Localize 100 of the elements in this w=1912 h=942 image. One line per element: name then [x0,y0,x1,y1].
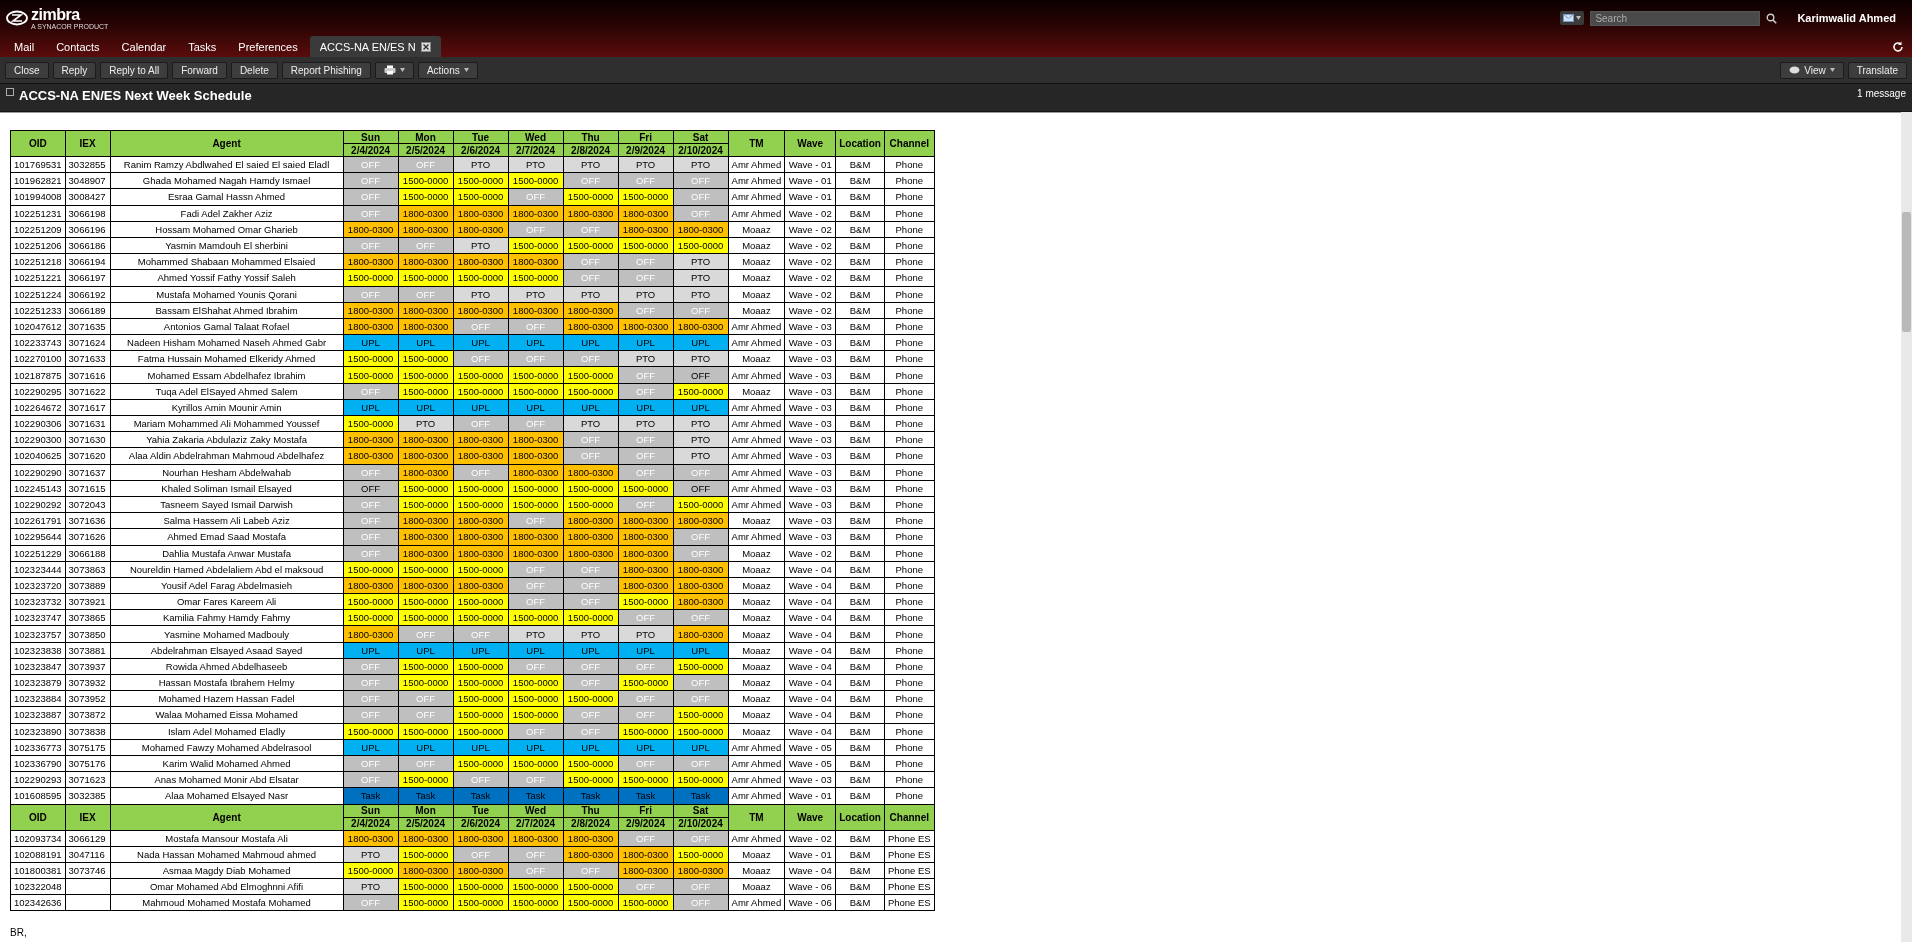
table-cell: 102323720 [10,577,66,594]
toolbar-button[interactable]: Report Phishing [281,61,371,79]
table-cell: Phone [884,545,935,562]
nav-tab[interactable]: ACCS-NA EN/ES N [309,36,441,57]
agent-cell: Yahia Zakaria Abdulaziz Zaky Mostafa [110,431,344,448]
toolbar-button[interactable]: Reply [52,61,97,79]
table-cell: B&M [835,366,885,384]
table-cell: 102323747 [10,609,66,626]
table-cell: 3066198 [65,205,111,222]
table-cell: B&M [835,862,885,879]
refresh-icon[interactable] [1892,41,1904,53]
close-icon[interactable] [420,41,431,52]
agent-cell: Yasmine Mohamed Madbouly [110,625,344,643]
table-cell: B&M [835,755,885,772]
agent-cell: Fatma Hussain Mohamed Elkeridy Ahmed [110,350,344,367]
table-cell: 3073838 [65,723,111,740]
table-cell: 3075175 [65,739,111,756]
search-icon[interactable] [1766,12,1778,24]
table-cell: Amr Ahmed [728,496,785,513]
toolbar-button[interactable]: Forward [172,61,227,79]
table-cell: 102322048 [10,878,66,895]
nav-tab[interactable]: Calendar [111,36,177,57]
table-cell: Wave - 04 [784,593,836,610]
table-cell: Phone [884,642,935,659]
nav-tab[interactable]: Contacts [46,36,110,57]
table-cell: Amr Ahmed [728,447,785,465]
speech-bubble-icon [1789,65,1801,75]
table-cell: 102251233 [10,302,66,319]
table-cell: 3073889 [65,577,111,594]
table-cell: Amr Ahmed [728,787,785,804]
table-cell: Wave - 05 [784,739,836,756]
table-cell: Wave - 01 [784,846,836,863]
table-cell: 102187875 [10,366,66,384]
agent-cell: Mahmoud Mohamed Mostafa Mohamed [110,894,344,911]
table-cell: B&M [835,269,885,286]
table-cell: B&M [835,383,885,400]
table-cell: 3073952 [65,690,111,707]
logo-icon [6,10,28,26]
table-cell: Moaaz [728,383,785,400]
table-cell: 3071620 [65,447,111,465]
table-cell: 3073932 [65,674,111,691]
agent-cell: Salma Hassem Ali Labeb Aziz [110,512,344,529]
table-cell: Moaaz [728,878,785,895]
table-cell: 102342636 [10,894,66,911]
table-cell: Moaaz [728,642,785,659]
toolbar-button[interactable]: Close [5,61,49,79]
table-cell: B&M [835,528,885,545]
table-cell: Wave - 06 [784,894,836,911]
search-type-dropdown[interactable] [1560,11,1585,25]
table-cell: Phone [884,221,935,238]
table-cell: B&M [835,830,885,847]
translate-button[interactable]: Translate [1847,61,1907,79]
nav-tab[interactable]: Tasks [178,36,227,57]
table-cell: Amr Ahmed [728,172,785,189]
table-cell: 102251209 [10,221,66,238]
view-button[interactable]: View [1780,61,1844,79]
table-cell: Wave - 01 [784,172,836,189]
nav-tab[interactable]: Mail [4,36,45,57]
toolbar-button[interactable]: Reply to All [100,61,169,79]
checkbox-icon[interactable] [6,88,14,96]
table-cell: Moaaz [728,221,785,238]
search-field[interactable]: Search [1590,10,1761,26]
table-cell: 3071617 [65,399,111,416]
print-button[interactable] [374,61,414,79]
table-cell: Moaaz [728,512,785,529]
table-cell: B&M [835,690,885,707]
table-cell: 102047612 [10,318,66,335]
table-cell: Phone [884,415,935,432]
table-cell: Wave - 03 [784,334,836,351]
table-cell: Phone [884,561,935,578]
caret-icon [1829,68,1835,72]
table-cell: Wave - 03 [784,512,836,529]
agent-cell: Nadeen Hisham Mohamed Naseh Ahmed Gabr [110,334,344,351]
table-cell: B&M [835,172,885,189]
nav-tab[interactable]: Preferences [228,36,308,57]
table-cell: 3032385 [65,787,111,804]
agent-cell: Yasmin Mamdouh El sherbini [110,237,344,254]
table-cell: Wave - 03 [784,350,836,367]
table-cell: B&M [835,221,885,238]
table-cell: Phone [884,496,935,513]
table-cell: Wave - 03 [784,399,836,416]
table-cell: Phone [884,512,935,529]
table-cell: B&M [835,894,885,911]
agent-cell: Omar Mohamed Abd Elmoghnni Afifi [110,878,344,895]
table-cell: Amr Ahmed [728,334,785,351]
user-name[interactable]: Karimwalid Ahmed [1797,12,1896,24]
table-cell: B&M [835,625,885,643]
agent-cell: Nada Hassan Mohamed Mahmoud ahmed [110,846,344,863]
table-cell: 3071636 [65,512,111,529]
table-cell: Wave - 03 [784,480,836,497]
table-cell: B&M [835,447,885,465]
agent-cell: Tuqa Adel ElSayed Ahmed Salem [110,383,344,400]
table-cell: 3048907 [65,172,111,189]
day-header: Fri [618,130,674,144]
scrollbar-thumb[interactable] [1902,212,1911,332]
actions-button[interactable]: Actions [417,61,478,79]
toolbar-button[interactable]: Delete [230,61,278,79]
table-cell: Moaaz [728,706,785,724]
logo-text: zimbra [31,6,82,23]
table-cell: Wave - 01 [784,156,836,173]
